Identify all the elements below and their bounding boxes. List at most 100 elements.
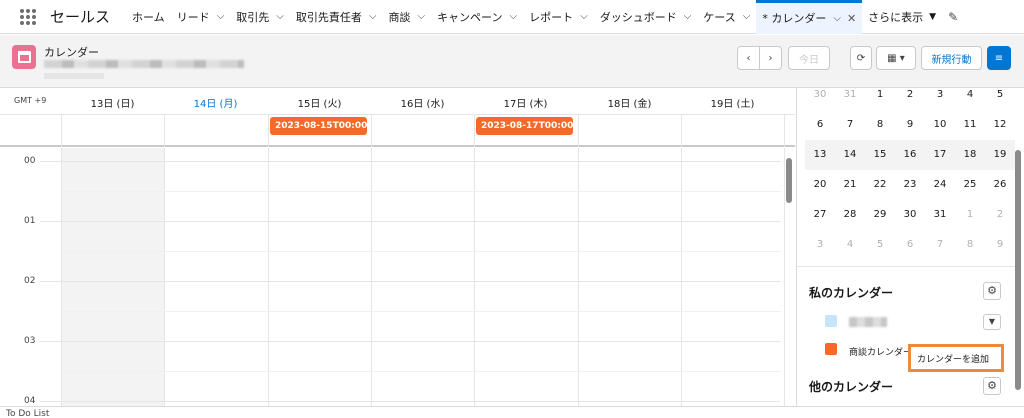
mini-calendar-day[interactable]: 7 (925, 230, 955, 260)
nav-tab[interactable]: リード ⌵ (171, 0, 231, 34)
nav-tab[interactable]: ケース ⌵ (697, 0, 756, 34)
mini-calendar-day[interactable]: 28 (835, 200, 865, 230)
mini-calendar-day[interactable]: 7 (835, 110, 865, 140)
chevron-down-icon[interactable]: ⌵ (580, 11, 588, 22)
day-header[interactable]: 19日 (土) (681, 95, 784, 110)
hour-label: 00 (24, 156, 36, 166)
mini-calendar-day[interactable]: 14 (835, 140, 865, 170)
mini-calendar-day[interactable]: 4 (835, 230, 865, 260)
day-header[interactable]: 17日 (木) (474, 95, 577, 110)
day-header[interactable]: 13日 (日) (61, 95, 164, 110)
todo-list-label[interactable]: To Do List (6, 409, 49, 418)
divider (797, 266, 1017, 267)
calendar-event[interactable]: 2023-08-15T00:00:... (270, 117, 367, 135)
day-header[interactable]: 16日 (水) (371, 95, 474, 110)
half-hour-line (61, 311, 781, 312)
gear-icon[interactable]: ⚙ (983, 282, 1001, 300)
chevron-down-icon[interactable]: ⌵ (743, 11, 751, 22)
top-navigation: セールス ホーム リード ⌵ 取引先 ⌵ 取引先責任者 ⌵ 商談 ⌵ キャンペーン ⌵ レポート ⌵ ダッ… (0, 0, 1024, 34)
opportunity-calendar-label: 商談カレンダー (849, 348, 913, 358)
view-switcher-button[interactable]: ▦ ▾ (876, 46, 916, 70)
nav-tab[interactable]: キャンペーン ⌵ (431, 0, 523, 34)
app-launcher-icon[interactable] (20, 8, 36, 25)
tab-calendar[interactable]: * カレンダー ⌵ ✕ (756, 0, 863, 34)
new-event-button[interactable]: 新規行動 (921, 46, 982, 70)
mini-calendar-day[interactable]: 16 (895, 140, 925, 170)
mini-calendar-day[interactable]: 5 (865, 230, 895, 260)
nav-tab-label: 商談 (388, 10, 411, 24)
chevron-down-icon[interactable]: ⌵ (276, 11, 284, 22)
mini-calendar-day[interactable]: 29 (865, 200, 895, 230)
mini-calendar-day[interactable]: 20 (805, 170, 835, 200)
mini-calendar-day[interactable]: 6 (895, 230, 925, 260)
mini-calendar-day[interactable]: 2 (895, 80, 925, 110)
calendar-event[interactable]: 2023-08-17T00:00:... (476, 117, 573, 135)
mini-calendar-day[interactable]: 30 (805, 80, 835, 110)
mini-calendar-day[interactable]: 25 (955, 170, 985, 200)
mini-calendar-day[interactable]: 18 (955, 140, 985, 170)
mini-calendar-day[interactable]: 31 (925, 200, 955, 230)
today-button[interactable]: 今日 (788, 46, 830, 70)
nav-tab[interactable]: 取引先責任者 ⌵ (290, 0, 383, 34)
mini-calendar-day[interactable]: 3 (925, 80, 955, 110)
column-divider (371, 115, 372, 147)
mini-calendar-day[interactable]: 4 (955, 80, 985, 110)
mini-calendar-day[interactable]: 9 (985, 230, 1015, 260)
nav-tab[interactable]: 商談 ⌵ (382, 0, 431, 34)
chevron-down-icon[interactable]: ⌵ (510, 11, 518, 22)
mini-calendar-day[interactable]: 9 (895, 110, 925, 140)
mini-calendar-day[interactable]: 8 (865, 110, 895, 140)
mini-calendar-day[interactable]: 1 (955, 200, 985, 230)
mini-calendar-day[interactable]: 15 (865, 140, 895, 170)
day-header[interactable]: 14日 (月) (164, 95, 267, 110)
chevron-down-icon[interactable]: ⌵ (417, 11, 425, 22)
mini-calendar-day[interactable]: 30 (895, 200, 925, 230)
more-tabs-label: さらに表示 (868, 10, 924, 24)
add-calendar-tooltip: カレンダーを追加 (908, 344, 1004, 372)
nav-tab[interactable]: ホーム (126, 0, 171, 34)
mini-calendar-day[interactable]: 12 (985, 110, 1015, 140)
nav-tab-label: レポート (529, 10, 574, 24)
mini-calendar-day[interactable]: 2 (985, 200, 1015, 230)
mini-calendar-day[interactable]: 22 (865, 170, 895, 200)
mini-calendar-day[interactable]: 31 (835, 80, 865, 110)
edit-nav-icon[interactable]: ✎ (948, 10, 958, 24)
more-tabs-button[interactable]: さらに表示 ▼ (868, 9, 936, 25)
list-view-button[interactable]: ≡ (987, 46, 1011, 70)
calendar-options-button[interactable]: ▼ (983, 314, 1001, 330)
close-icon[interactable]: ✕ (847, 12, 856, 25)
mini-calendar-day[interactable]: 8 (955, 230, 985, 260)
chevron-down-icon[interactable]: ⌵ (833, 13, 841, 24)
mini-calendar-day[interactable]: 1 (865, 80, 895, 110)
calendar-color-swatch[interactable] (825, 315, 837, 327)
opportunity-calendar-swatch[interactable] (825, 343, 837, 355)
mini-calendar-day[interactable]: 27 (805, 200, 835, 230)
page-title: カレンダー (44, 46, 99, 59)
mini-calendar-day[interactable]: 24 (925, 170, 955, 200)
nav-tab[interactable]: レポート ⌵ (523, 0, 594, 34)
chevron-down-icon[interactable]: ⌵ (684, 11, 692, 22)
previous-week-button[interactable]: ‹ (737, 46, 760, 70)
refresh-button[interactable]: ⟳ (850, 46, 872, 70)
mini-calendar-day[interactable]: 26 (985, 170, 1015, 200)
mini-calendar-day[interactable]: 23 (895, 170, 925, 200)
gear-icon[interactable]: ⚙ (983, 377, 1001, 395)
sidebar-scrollbar[interactable] (1015, 150, 1021, 390)
chevron-down-icon[interactable]: ⌵ (369, 11, 377, 22)
nav-tab[interactable]: ダッシュボード ⌵ (594, 0, 698, 34)
time-grid-scrollbar[interactable] (786, 158, 792, 203)
mini-calendar-day[interactable]: 13 (805, 140, 835, 170)
mini-calendar-day[interactable]: 3 (805, 230, 835, 260)
day-header[interactable]: 18日 (金) (578, 95, 681, 110)
mini-calendar-day[interactable]: 21 (835, 170, 865, 200)
chevron-down-icon[interactable]: ⌵ (217, 11, 225, 22)
mini-calendar-day[interactable]: 11 (955, 110, 985, 140)
next-week-button[interactable]: › (759, 46, 782, 70)
mini-calendar-day[interactable]: 17 (925, 140, 955, 170)
mini-calendar-day[interactable]: 10 (925, 110, 955, 140)
mini-calendar-day[interactable]: 5 (985, 80, 1015, 110)
mini-calendar-day[interactable]: 6 (805, 110, 835, 140)
day-header[interactable]: 15日 (火) (268, 95, 371, 110)
mini-calendar-day[interactable]: 19 (985, 140, 1015, 170)
nav-tab[interactable]: 取引先 ⌵ (230, 0, 290, 34)
